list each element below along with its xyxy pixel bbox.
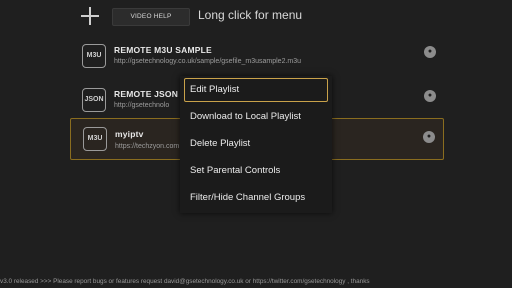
- menu-item-delete-playlist[interactable]: Delete Playlist: [184, 132, 328, 156]
- playlist-title: myiptv: [115, 129, 144, 139]
- m3u-badge-icon: M3U: [82, 44, 106, 68]
- playlist-row[interactable]: M3U REMOTE M3U SAMPLE http://gsetechnolo…: [76, 40, 438, 76]
- menu-item-filter-groups[interactable]: Filter/Hide Channel Groups: [184, 186, 328, 210]
- footer-ticker: v3.0 released >>> Please report bugs or …: [0, 278, 370, 285]
- parental-lock-icon[interactable]: ●: [424, 46, 436, 58]
- menu-item-parental-controls[interactable]: Set Parental Controls: [184, 159, 328, 183]
- parental-lock-icon[interactable]: ●: [424, 90, 436, 102]
- m3u-badge-icon: M3U: [83, 127, 107, 151]
- playlist-url: http://gsetechnolo: [114, 102, 170, 109]
- add-playlist-icon[interactable]: [80, 6, 100, 26]
- json-badge-icon: JSON: [82, 88, 106, 112]
- parental-lock-icon[interactable]: ●: [423, 131, 435, 143]
- menu-item-edit-playlist[interactable]: Edit Playlist: [184, 78, 328, 102]
- long-click-hint: Long click for menu: [198, 8, 303, 22]
- playlist-url: http://gsetechnology.co.uk/sample/gsefil…: [114, 58, 302, 65]
- playlist-context-menu: Edit Playlist Download to Local Playlist…: [180, 76, 332, 213]
- menu-item-download-local[interactable]: Download to Local Playlist: [184, 105, 328, 129]
- video-help-button[interactable]: VIDEO HELP: [112, 8, 190, 26]
- playlist-url: https://techzyon.com: [115, 143, 180, 150]
- playlist-title: REMOTE M3U SAMPLE: [114, 45, 212, 55]
